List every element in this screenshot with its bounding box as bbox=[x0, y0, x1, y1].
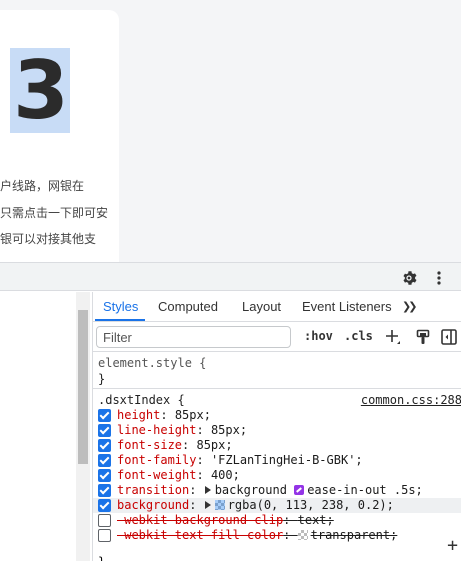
property-name[interactable]: font-size bbox=[117, 438, 182, 452]
declaration-row: font-size: 85px; bbox=[93, 438, 461, 453]
declaration-checkbox[interactable] bbox=[98, 424, 111, 437]
expand-triangle-icon[interactable] bbox=[204, 486, 211, 494]
declaration-checkbox[interactable] bbox=[98, 469, 111, 482]
styles-filter-input[interactable] bbox=[96, 326, 291, 348]
property-name[interactable]: background bbox=[117, 498, 189, 512]
property-value[interactable]: ease-in-out .5s; bbox=[307, 483, 423, 497]
declaration-row: -webkit-text-fill-color: transparent; bbox=[93, 528, 461, 543]
sidebar-tabs: Styles Computed Layout Event Listeners ❯… bbox=[93, 292, 461, 322]
tab-computed[interactable]: Computed bbox=[158, 292, 218, 322]
color-swatch-icon[interactable] bbox=[297, 530, 308, 540]
dsxt-index-number[interactable]: 3 bbox=[10, 48, 70, 133]
rule-close-brace: } bbox=[98, 555, 105, 561]
new-style-rule-icon[interactable] bbox=[384, 327, 402, 347]
element-style-selector[interactable]: element.style { bbox=[98, 356, 206, 370]
page-preview: 3 户线路，网银在 只需点击一下即可安 银可以对接其他支 bbox=[0, 0, 461, 262]
active-tab-indicator bbox=[95, 319, 145, 321]
more-vertical-icon[interactable] bbox=[428, 267, 450, 289]
property-value[interactable]: text; bbox=[298, 513, 334, 527]
declaration-row: height: 85px; bbox=[93, 408, 461, 423]
property-name[interactable]: line-height bbox=[117, 423, 196, 437]
cls-toggle[interactable]: .cls bbox=[344, 329, 373, 343]
rule-selector[interactable]: .dsxtIndex { bbox=[98, 393, 185, 407]
declaration-row: transition: background ease-in-out .5s; bbox=[93, 483, 461, 498]
styles-sidebar: Styles Computed Layout Event Listeners ❯… bbox=[92, 292, 461, 561]
property-value[interactable]: 'FZLanTingHei-B-GBK'; bbox=[211, 453, 363, 467]
tab-layout[interactable]: Layout bbox=[242, 292, 281, 322]
declaration-checkbox[interactable] bbox=[98, 529, 111, 542]
declaration-checkbox[interactable] bbox=[98, 484, 111, 497]
property-name[interactable]: transition bbox=[117, 483, 189, 497]
declaration-row: font-family: 'FZLanTingHei-B-GBK'; bbox=[93, 453, 461, 468]
styles-filter-bar: :hov .cls bbox=[93, 322, 461, 352]
property-name[interactable]: -webkit-background-clip bbox=[117, 513, 283, 527]
property-value[interactable]: background bbox=[215, 483, 287, 497]
element-style-section: element.style { } bbox=[93, 353, 461, 389]
property-name[interactable]: height bbox=[117, 408, 160, 422]
color-swatch-icon[interactable] bbox=[214, 500, 225, 510]
add-declaration-icon[interactable]: + bbox=[447, 537, 458, 555]
property-value[interactable]: transparent; bbox=[311, 528, 398, 542]
property-name[interactable]: font-family bbox=[117, 453, 196, 467]
tab-event-listeners[interactable]: Event Listeners bbox=[302, 292, 392, 322]
devtools-toolbar bbox=[0, 262, 461, 291]
gear-icon[interactable] bbox=[398, 267, 420, 289]
declaration-checkbox[interactable] bbox=[98, 499, 111, 512]
index-card: 3 bbox=[0, 10, 119, 262]
desc-line-3: 银可以对接其他支 bbox=[0, 232, 97, 246]
property-value[interactable]: 85px; bbox=[175, 408, 211, 422]
desc-line-1: 户线路，网银在 bbox=[0, 179, 85, 193]
declaration-row: line-height: 85px; bbox=[93, 423, 461, 438]
tab-styles[interactable]: Styles bbox=[103, 292, 138, 322]
declaration-checkbox[interactable] bbox=[98, 454, 111, 467]
toggle-sidebar-icon[interactable] bbox=[440, 327, 458, 347]
property-value[interactable]: 85px; bbox=[211, 423, 247, 437]
declaration-checkbox[interactable] bbox=[98, 514, 111, 527]
property-value[interactable]: 85px; bbox=[196, 438, 232, 452]
scrollbar-thumb[interactable] bbox=[78, 310, 88, 464]
property-value[interactable]: rgba(0, 113, 238, 0.2); bbox=[228, 498, 394, 512]
elements-scrollbar[interactable] bbox=[76, 292, 90, 561]
property-name[interactable]: -webkit-text-fill-color bbox=[117, 528, 283, 542]
hov-toggle[interactable]: :hov bbox=[304, 329, 333, 343]
declaration-row: font-weight: 400; bbox=[93, 468, 461, 483]
easing-editor-icon[interactable] bbox=[294, 485, 305, 495]
rule-source-link[interactable]: common.css:288 bbox=[361, 393, 461, 407]
paint-brush-icon[interactable] bbox=[414, 327, 432, 347]
elements-tree-pane bbox=[0, 292, 92, 561]
property-value[interactable]: 400; bbox=[211, 468, 240, 482]
more-tabs-icon[interactable]: ❯❯ bbox=[402, 292, 418, 322]
declaration-row: -webkit-background-clip: text; bbox=[93, 513, 461, 528]
expand-triangle-icon[interactable] bbox=[204, 501, 211, 509]
declaration-row: background: rgba(0, 113, 238, 0.2); bbox=[93, 498, 461, 513]
desc-line-2: 只需点击一下即可安 bbox=[0, 206, 109, 220]
property-name[interactable]: font-weight bbox=[117, 468, 196, 482]
declaration-checkbox[interactable] bbox=[98, 409, 111, 422]
element-style-close: } bbox=[98, 372, 106, 386]
style-rule-dsxtindex: .dsxtIndex { common.css:288 height: 85px… bbox=[93, 390, 461, 561]
declaration-checkbox[interactable] bbox=[98, 439, 111, 452]
devtools-panel: Styles Computed Layout Event Listeners ❯… bbox=[0, 262, 461, 561]
